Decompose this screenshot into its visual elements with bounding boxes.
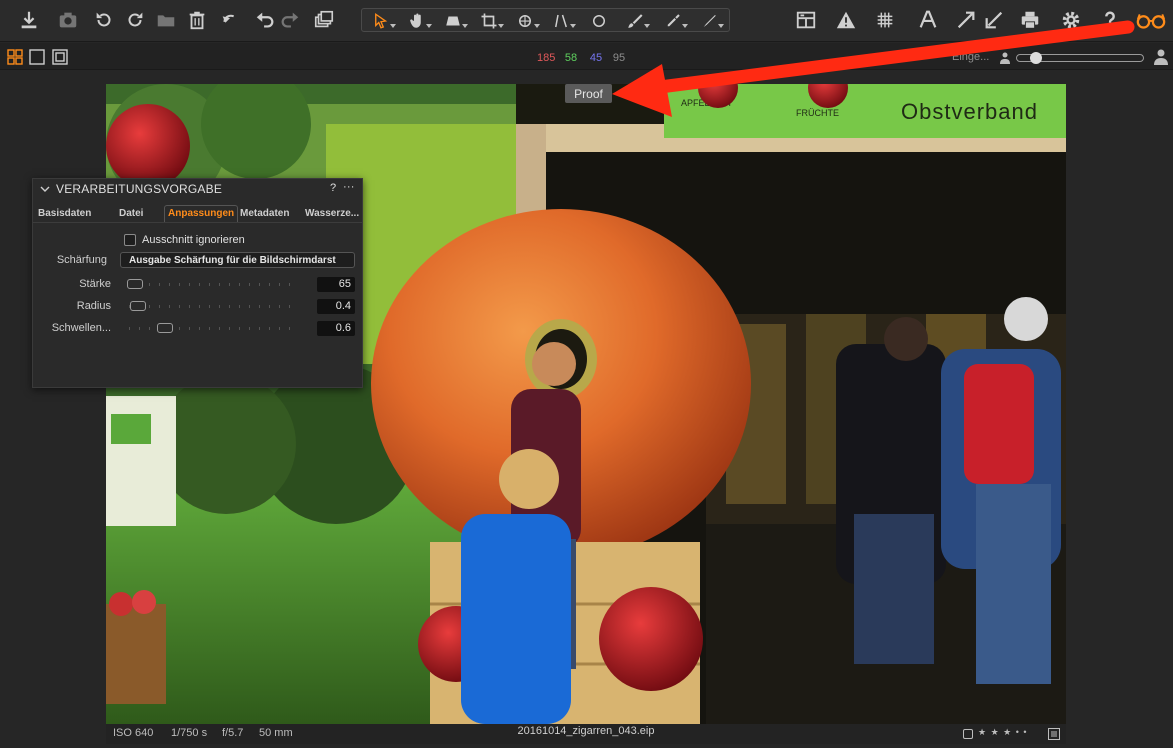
brush-icon[interactable]: [618, 10, 652, 32]
color-readout: 185 58 45 95: [537, 52, 630, 64]
tab-datei[interactable]: Datei: [119, 208, 143, 219]
slider-schwellenwert-track[interactable]: [129, 327, 299, 330]
variants-icon[interactable]: [310, 6, 338, 34]
import-icon[interactable]: [15, 6, 43, 34]
select-arrow-icon[interactable]: [364, 10, 398, 32]
main-toolbar: [0, 0, 1173, 42]
viewer-statusbar: ISO 640 1/750 s f/5.7 50 mm 20161014_zig…: [106, 724, 1066, 744]
panel-more-button[interactable]: ···: [343, 181, 355, 193]
rating-stars[interactable]: ★ ★ ★ • •: [978, 727, 1028, 738]
picker-icon[interactable]: [656, 10, 690, 32]
tab-basisdaten[interactable]: Basisdaten: [38, 208, 91, 219]
sign-obstverband: Obstverband: [901, 99, 1038, 124]
keystone-icon[interactable]: [544, 10, 578, 32]
info-list-icon[interactable]: [1048, 728, 1060, 740]
expand-arrows-icon[interactable]: [952, 6, 980, 34]
panel-help-button[interactable]: ?: [330, 182, 336, 194]
primary-view-icon[interactable]: [52, 49, 68, 65]
status-filename: 20161014_zigarren_043.eip: [517, 725, 655, 737]
grid-icon[interactable]: [871, 6, 899, 34]
trash-icon[interactable]: [183, 6, 211, 34]
circle-mask-icon[interactable]: [582, 10, 616, 32]
tab-metadaten[interactable]: Metadaten: [240, 208, 289, 219]
ignore-crop-checkbox[interactable]: [124, 234, 136, 246]
zoom-slider[interactable]: [1016, 52, 1144, 64]
help-icon[interactable]: [1096, 6, 1124, 34]
multi-view-grid-icon[interactable]: [7, 49, 23, 65]
crop-icon[interactable]: [472, 10, 506, 32]
rotate-straighten-icon[interactable]: [508, 10, 542, 32]
readout-green: 58: [564, 52, 578, 64]
chevron-down-icon[interactable]: [40, 183, 50, 193]
before-after-icon[interactable]: [792, 6, 820, 34]
slider-staerke-label: Stärke: [79, 278, 111, 290]
slider-radius-label: Radius: [76, 300, 111, 312]
redo-icon[interactable]: [276, 6, 304, 34]
print-icon[interactable]: [1016, 6, 1044, 34]
slider-staerke-thumb[interactable]: [127, 279, 143, 289]
sharpening-label: Schärfung: [56, 254, 107, 266]
slider-schwellenwert-value[interactable]: 0.6: [317, 321, 355, 336]
zoom-slider-thumb[interactable]: [1030, 52, 1043, 64]
readout-red: 185: [537, 52, 556, 64]
slider-radius-thumb[interactable]: [130, 301, 146, 311]
sign-fruechte: FRÜCHTE: [796, 108, 839, 118]
input-profile-label[interactable]: Einge...: [952, 51, 989, 63]
proof-glasses-icon[interactable]: [1134, 6, 1168, 34]
reset-icon[interactable]: [216, 6, 244, 34]
cursor-tool-group: [361, 8, 730, 32]
viewer-subbar: 185 58 45 95 Einge...: [0, 43, 1173, 70]
app-window: 185 58 45 95 Einge... Obstverband FRÜCHT…: [0, 0, 1173, 748]
person-small-icon: [1000, 51, 1010, 64]
slider-schwellenwert-label: Schwellen...: [51, 322, 111, 334]
rotate-right-icon[interactable]: [121, 6, 149, 34]
select-checkbox[interactable]: [963, 729, 973, 739]
settings-gear-icon[interactable]: [1057, 6, 1085, 34]
slider-schwellenwert-thumb[interactable]: [157, 323, 173, 333]
tab-anpassungen[interactable]: Anpassungen: [164, 205, 239, 222]
slider-radius-track[interactable]: [129, 305, 299, 308]
readout-blue: 45: [589, 52, 603, 64]
output-recipe-panel: VERARBEITUNGSVORGABE ? ··· Basisdaten Da…: [32, 178, 363, 388]
panel-header: VERARBEITUNGSVORGABE ? ···: [33, 179, 362, 199]
move-to-folder-icon[interactable]: [152, 6, 180, 34]
tab-wasserzeichen[interactable]: Wasserze...: [305, 208, 359, 219]
person-large-icon: [1154, 49, 1168, 65]
readout-luminance: 95: [612, 52, 626, 64]
pan-hand-icon[interactable]: [400, 10, 434, 32]
collapse-arrows-icon[interactable]: [980, 6, 1008, 34]
warning-exposure-icon[interactable]: [832, 6, 860, 34]
undo-icon[interactable]: [251, 6, 279, 34]
single-view-icon[interactable]: [29, 49, 45, 65]
slider-radius-value[interactable]: 0.4: [317, 299, 355, 314]
rotate-left-icon[interactable]: [90, 6, 118, 34]
annotate-icon[interactable]: [692, 10, 726, 32]
proof-badge: Proof: [565, 84, 612, 103]
camera-icon[interactable]: [54, 6, 82, 34]
crop-aspect-icon[interactable]: [436, 10, 470, 32]
text-overlay-icon[interactable]: [914, 6, 942, 34]
ignore-crop-label: Ausschnitt ignorieren: [142, 234, 245, 246]
sharpening-select[interactable]: Ausgabe Schärfung für die Bildschirmdars…: [120, 252, 355, 268]
slider-staerke-value[interactable]: 65: [317, 277, 355, 292]
panel-tab-bar: Basisdaten Datei Anpassungen Metadaten W…: [33, 205, 362, 223]
slider-staerke-track[interactable]: [129, 283, 299, 286]
panel-title: VERARBEITUNGSVORGABE: [56, 182, 223, 196]
